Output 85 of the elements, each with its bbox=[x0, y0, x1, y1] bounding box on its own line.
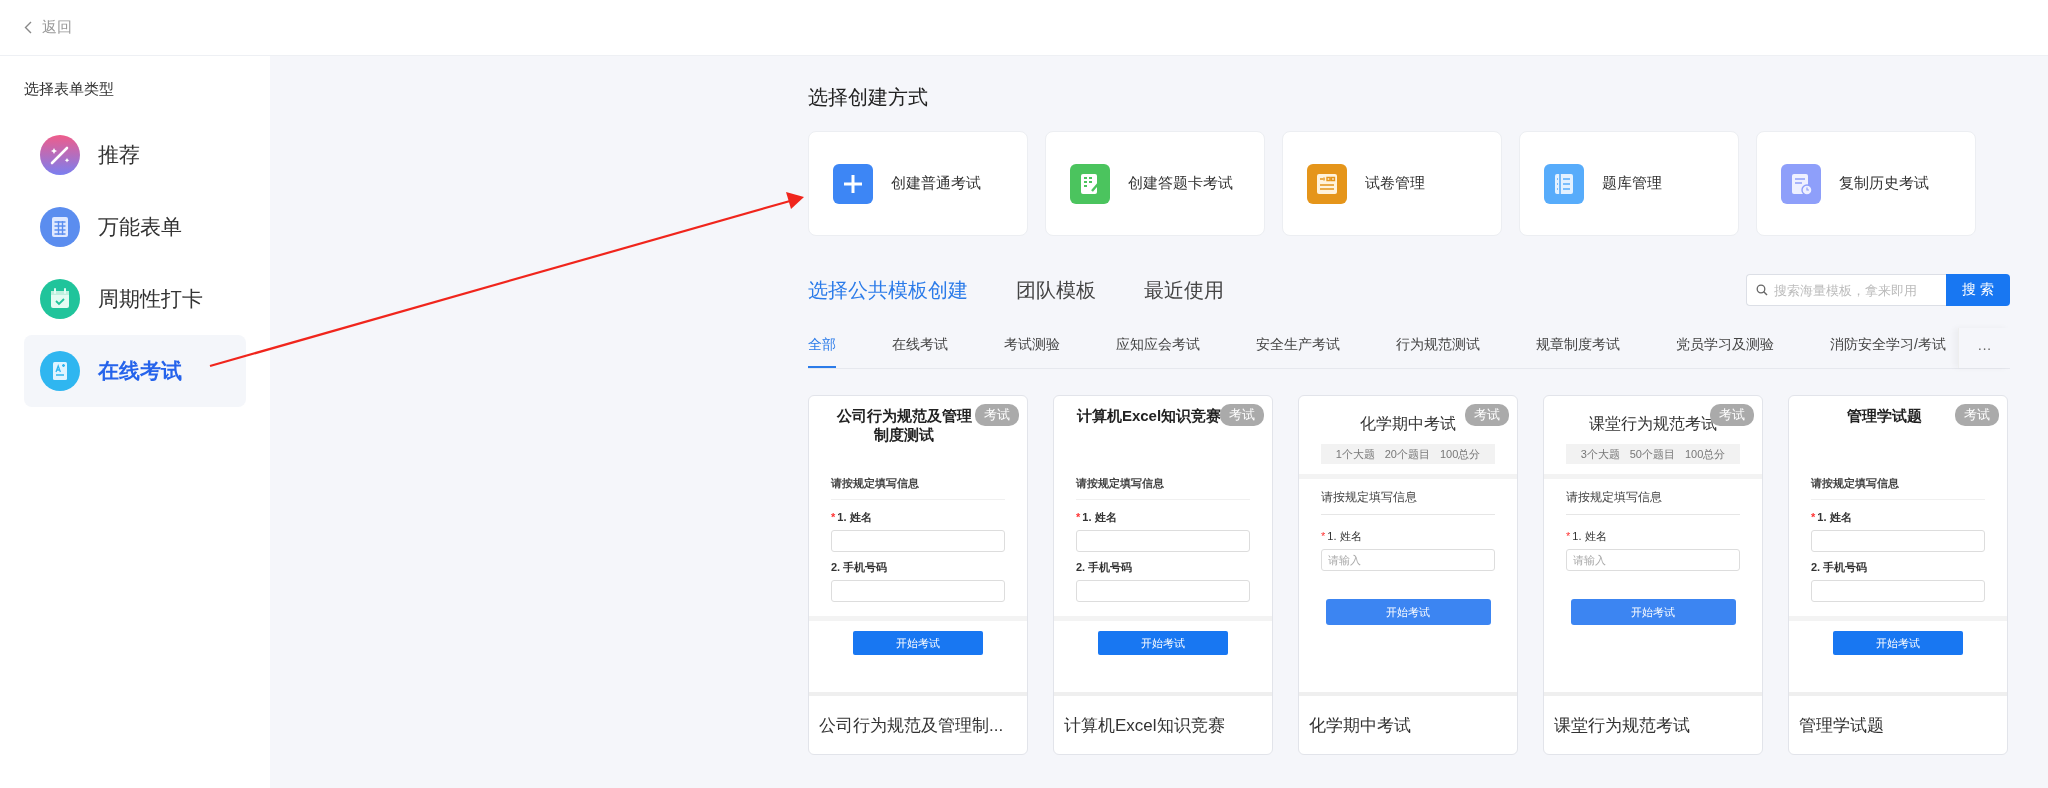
search-field[interactable]: 搜索海量模板，拿来即用 bbox=[1746, 274, 1946, 306]
field-label: 1. 姓名 bbox=[1327, 530, 1362, 542]
sidebar-item[interactable]: 在线考试 bbox=[24, 335, 246, 407]
stat-text: 1个大题 bbox=[1335, 446, 1375, 462]
search-button[interactable]: 搜 索 bbox=[1946, 274, 2010, 306]
category-tag: 考试 bbox=[1955, 404, 1999, 426]
field-label: 1. 姓名 bbox=[1572, 530, 1607, 542]
template-card[interactable]: 管理学试题 考试 请按规定填写信息 * 1. 姓名 2. 手机号码 开始考试 管理学试题 bbox=[1788, 395, 2008, 755]
list-book-icon bbox=[1544, 163, 1584, 204]
field-label: 1. 姓名 bbox=[1817, 511, 1852, 523]
search-icon bbox=[1756, 284, 1768, 296]
category-tab[interactable]: 全部 bbox=[808, 328, 836, 368]
template-title: 计算机Excel知识竞赛 bbox=[1063, 714, 1226, 737]
category-tab[interactable]: 规章制度考试 bbox=[1536, 328, 1620, 368]
template-title: 化学期中考试 bbox=[1308, 714, 1412, 737]
sidebar-title: 选择表单类型 bbox=[24, 80, 115, 99]
spreadsheet-icon bbox=[40, 207, 80, 247]
template-title: 课堂行为规范考试 bbox=[1553, 714, 1691, 737]
category-tab[interactable]: 安全生产考试 bbox=[1256, 328, 1340, 368]
template-title: 管理学试题 bbox=[1798, 714, 1885, 737]
template-tab[interactable]: 团队模板 bbox=[1016, 276, 1096, 304]
create-option-card[interactable]: 创建答题卡考试 bbox=[1045, 131, 1265, 236]
field-label: 1. 姓名 bbox=[1082, 511, 1117, 523]
start-exam-button: 开始考试 bbox=[1325, 599, 1491, 625]
category-tab[interactable]: 党员学习及测验 bbox=[1676, 328, 1774, 368]
answer-sheet-icon bbox=[1070, 163, 1110, 204]
required-mark: * bbox=[831, 511, 836, 523]
template-tab[interactable]: 选择公共模板创建 bbox=[808, 276, 968, 304]
test-paper-icon bbox=[1307, 163, 1347, 204]
category-tab[interactable]: 行为规范测试 bbox=[1396, 328, 1480, 368]
preview-info-label: 请按规定填写信息 bbox=[1811, 476, 1985, 500]
preview-heading: 化学期中考试 bbox=[1360, 415, 1456, 432]
preview-heading: 计算机Excel知识竞赛 bbox=[1076, 406, 1222, 425]
preview-heading: 管理学试题 bbox=[1845, 406, 1923, 425]
field-label: 2. 手机号码 bbox=[1076, 561, 1133, 573]
sidebar-item[interactable]: 周期性打卡 bbox=[24, 263, 246, 335]
preview-heading: 公司行为规范及管理制度测试 bbox=[835, 406, 973, 444]
stat-text: 100总分 bbox=[1685, 446, 1726, 462]
category-tab[interactable]: 应知应会考试 bbox=[1116, 328, 1200, 368]
preview-info-label: 请按规定填写信息 bbox=[1076, 476, 1250, 500]
input-field: 请输入 bbox=[1321, 549, 1495, 571]
category-tag: 考试 bbox=[1465, 404, 1509, 426]
template-card[interactable]: 计算机Excel知识竞赛 考试 请按规定填写信息 * 1. 姓名 2. 手机号码 开始考试 计算机Excel知识竞赛 bbox=[1053, 395, 1273, 755]
preview-info-label: 请按规定填写信息 bbox=[1321, 489, 1495, 515]
stat-text: 20个题目 bbox=[1384, 446, 1430, 462]
category-tab[interactable]: 消防安全学习/考试 bbox=[1830, 328, 1946, 368]
more-button[interactable]: ··· bbox=[1958, 328, 2010, 368]
required-mark: * bbox=[1811, 511, 1816, 523]
start-exam-button: 开始考试 bbox=[1098, 631, 1228, 655]
stat-text: 100总分 bbox=[1440, 446, 1481, 462]
exam-paper-icon bbox=[40, 351, 80, 391]
magic-wand-icon bbox=[40, 135, 80, 175]
start-exam-button: 开始考试 bbox=[1570, 599, 1736, 625]
input-field: 请输入 bbox=[1566, 549, 1740, 571]
document-clock-icon bbox=[1781, 163, 1821, 204]
start-exam-button: 开始考试 bbox=[853, 631, 983, 655]
section-title: 选择创建方式 bbox=[808, 85, 929, 110]
chevron-left-icon bbox=[24, 21, 32, 34]
category-tab[interactable]: 在线考试 bbox=[892, 328, 948, 368]
template-card[interactable]: 公司行为规范及管理制度测试 考试 请按规定填写信息 * 1. 姓名 2. 手机号码 开始考试 公司行为规范及管理制... bbox=[808, 395, 1028, 755]
required-mark: * bbox=[1076, 511, 1081, 523]
create-option-card[interactable]: 试卷管理 bbox=[1282, 131, 1502, 236]
template-tab[interactable]: 最近使用 bbox=[1144, 276, 1224, 304]
category-tab[interactable]: 考试测验 bbox=[1004, 328, 1060, 368]
template-card[interactable]: 化学期中考试 考试 1个大题 20个题目 100总分 请按规定填写信息 * 1. 姓名 请输入 开始考试 化学期中考试 bbox=[1298, 395, 1518, 755]
plus-icon bbox=[833, 163, 873, 204]
create-option-card[interactable]: 复制历史考试 bbox=[1756, 131, 1976, 236]
preview-info-label: 请按规定填写信息 bbox=[831, 476, 1005, 500]
field-label: 2. 手机号码 bbox=[831, 561, 888, 573]
create-option-card[interactable]: 题库管理 bbox=[1519, 131, 1739, 236]
template-title: 公司行为规范及管理制... bbox=[818, 714, 1005, 737]
start-exam-button: 开始考试 bbox=[1833, 631, 1963, 655]
required-mark: * bbox=[1566, 530, 1571, 542]
field-label: 2. 手机号码 bbox=[1811, 561, 1868, 573]
create-option-card[interactable]: 创建普通考试 bbox=[808, 131, 1028, 236]
calendar-check-icon bbox=[40, 279, 80, 319]
required-mark: * bbox=[1321, 530, 1326, 542]
field-label: 1. 姓名 bbox=[837, 511, 872, 523]
stat-text: 3个大题 bbox=[1580, 446, 1620, 462]
category-tag: 考试 bbox=[1220, 404, 1264, 426]
category-tag: 考试 bbox=[975, 404, 1019, 426]
sidebar-item[interactable]: 万能表单 bbox=[24, 191, 246, 263]
preview-info-label: 请按规定填写信息 bbox=[1566, 489, 1740, 515]
stat-text: 50个题目 bbox=[1629, 446, 1675, 462]
sidebar-item[interactable]: 推荐 bbox=[24, 119, 246, 191]
